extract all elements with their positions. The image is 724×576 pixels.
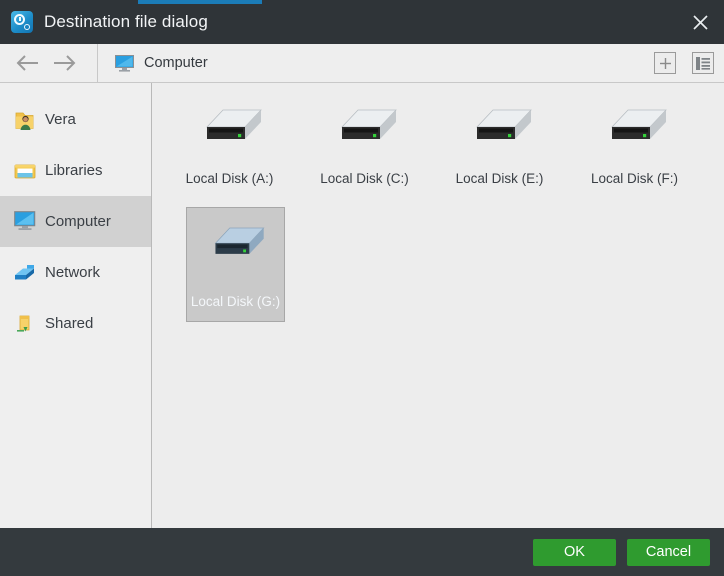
sidebar-item-shared[interactable]: Shared: [0, 298, 151, 349]
shared-folder-icon: [14, 313, 36, 335]
file-item-local-disk-c[interactable]: Local Disk (C:): [297, 93, 432, 203]
back-button[interactable]: [10, 44, 46, 82]
list-view-icon: [696, 56, 710, 70]
hard-disk-icon: [598, 101, 672, 157]
dialog-footer: OK Cancel: [0, 528, 724, 576]
close-button[interactable]: [676, 0, 724, 44]
ok-button[interactable]: OK: [533, 538, 616, 566]
view-mode-button[interactable]: [692, 52, 714, 74]
hard-disk-icon: [328, 101, 402, 157]
computer-monitor-icon: [115, 54, 134, 72]
places-sidebar: Vera Libraries Computer Network Shared: [0, 83, 152, 528]
sidebar-item-network[interactable]: Network: [0, 247, 151, 298]
hard-disk-icon: [193, 101, 267, 157]
file-item-label: Local Disk (A:): [185, 171, 274, 186]
accent-progress-bar: [138, 0, 262, 4]
file-item-label: Local Disk (C:): [320, 171, 409, 186]
sidebar-item-label: Libraries: [45, 162, 103, 179]
arrow-left-icon: [16, 55, 38, 71]
file-item-label: Local Disk (F:): [590, 171, 678, 186]
file-item-local-disk-g[interactable]: Local Disk (G:): [186, 207, 285, 322]
plus-icon: [659, 57, 671, 69]
window-title: Destination file dialog: [44, 12, 208, 31]
network-icon: [14, 262, 36, 284]
sidebar-item-vera[interactable]: Vera: [0, 94, 151, 145]
dialog-body: Vera Libraries Computer Network Shared L…: [0, 83, 724, 528]
toolbar-actions: [654, 44, 714, 82]
time-machine-icon: [11, 11, 33, 33]
file-item-local-disk-f[interactable]: Local Disk (F:): [567, 93, 702, 203]
file-item-label: Local Disk (G:): [190, 294, 281, 309]
sidebar-item-label: Shared: [45, 315, 94, 332]
file-grid: Local Disk (A:) Local Disk (C:) Local Di…: [152, 83, 724, 528]
breadcrumb[interactable]: Computer: [98, 44, 208, 82]
computer-monitor-icon: [14, 210, 36, 233]
sidebar-item-label: Computer: [45, 213, 111, 230]
arrow-right-icon: [54, 55, 76, 71]
hard-disk-icon: [463, 101, 537, 157]
navigation-toolbar: Computer: [0, 44, 724, 83]
file-item-label: Local Disk (E:): [455, 171, 544, 186]
sidebar-item-libraries[interactable]: Libraries: [0, 145, 151, 196]
new-folder-button[interactable]: [654, 52, 676, 74]
hard-disk-icon: [199, 220, 273, 276]
file-item-local-disk-e[interactable]: Local Disk (E:): [432, 93, 567, 203]
user-folder-icon: [14, 109, 36, 131]
sidebar-item-label: Network: [45, 264, 101, 281]
file-item-local-disk-a[interactable]: Local Disk (A:): [162, 93, 297, 203]
breadcrumb-label: Computer: [144, 55, 208, 71]
sidebar-item-computer[interactable]: Computer: [0, 196, 151, 247]
destination-file-dialog-window: Destination file dialog Computer Vera Li…: [0, 0, 724, 576]
libraries-folder-icon: [14, 160, 36, 182]
forward-button[interactable]: [46, 44, 82, 82]
title-bar: Destination file dialog: [0, 0, 724, 44]
sidebar-item-label: Vera: [45, 111, 76, 128]
cancel-button[interactable]: Cancel: [627, 538, 710, 566]
close-icon: [692, 14, 708, 30]
